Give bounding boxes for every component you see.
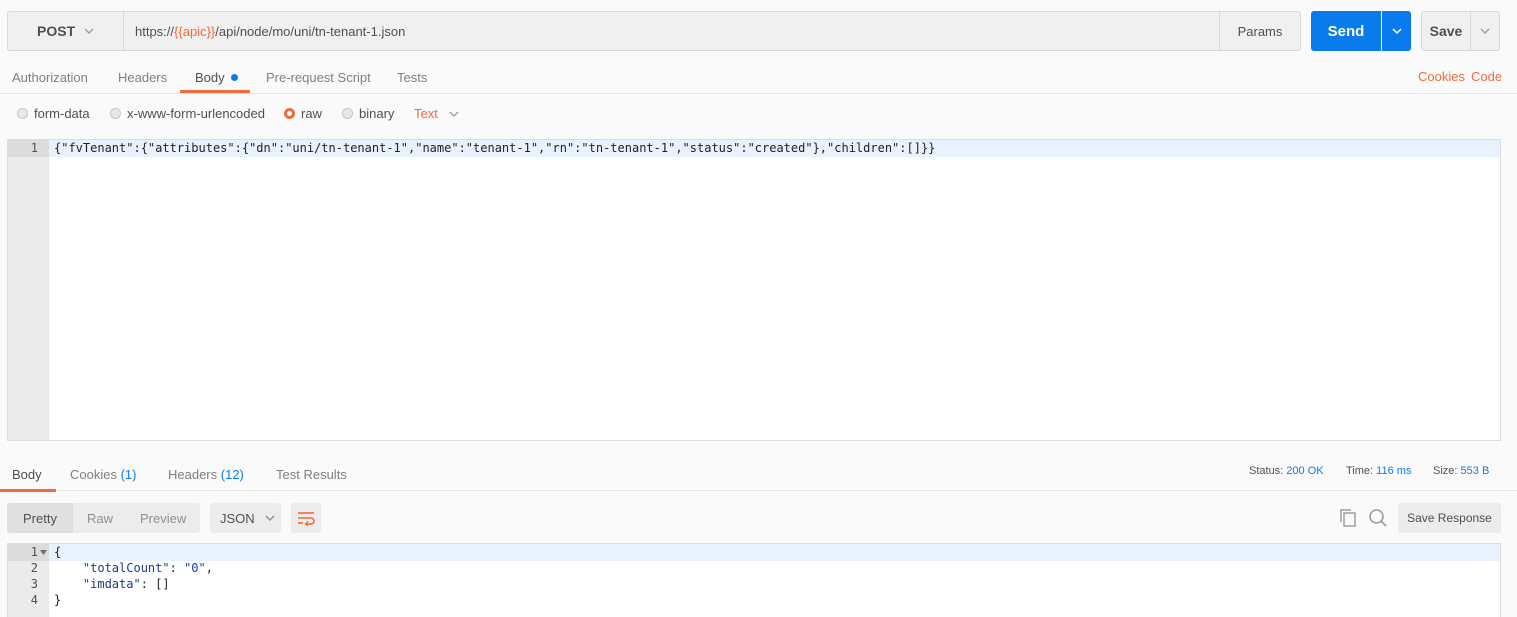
response-tab-headers[interactable]: Headers (12)	[168, 467, 244, 482]
radio-binary-label: binary	[359, 106, 395, 121]
status-value[interactable]: 200 OK	[1286, 465, 1323, 477]
radio-urlencoded-label: x-www-form-urlencoded	[127, 106, 265, 121]
json-tail: ,	[205, 561, 213, 575]
response-tab-cookies-label: Cookies	[70, 467, 117, 482]
tab-authorization[interactable]: Authorization	[12, 62, 88, 93]
url-suffix: /api/node/mo/uni/tn-tenant-1.json	[215, 23, 406, 39]
radio-selected-icon	[284, 108, 295, 119]
response-line: "imdata": []	[54, 577, 170, 591]
request-body-code: {"fvTenant":{"attributes":{"dn":"uni/tn-…	[54, 141, 936, 155]
wrap-lines-button[interactable]	[291, 503, 321, 533]
response-tab-body[interactable]: Body	[12, 467, 42, 482]
response-format-select[interactable]: JSON	[210, 503, 281, 533]
method-select[interactable]: POST	[7, 11, 123, 51]
raw-button[interactable]: Raw	[73, 503, 130, 533]
line-number: 1	[30, 141, 38, 155]
send-button[interactable]: Send	[1311, 11, 1381, 51]
body-type-options: form-data x-www-form-urlencoded raw bina…	[0, 94, 1517, 134]
tab-headers[interactable]: Headers	[118, 62, 167, 93]
active-line-highlight	[49, 544, 1500, 561]
response-tab-cookies[interactable]: Cookies (1)	[70, 467, 136, 482]
cookies-count: (1)	[120, 467, 137, 482]
raw-format-select[interactable]: Text	[414, 106, 460, 121]
save-response-button[interactable]: Save Response	[1398, 503, 1501, 533]
cookies-link[interactable]: Cookies	[1418, 69, 1465, 84]
pretty-button[interactable]: Pretty	[7, 503, 73, 533]
tab-pre-request-script[interactable]: Pre-request Script	[266, 62, 371, 93]
method-label: POST	[37, 23, 76, 39]
json-key: "imdata"	[82, 577, 141, 591]
response-line: {	[54, 545, 62, 559]
size-value[interactable]: 553 B	[1461, 465, 1490, 477]
size-label: Size:	[1433, 465, 1458, 477]
radio-circle-icon	[110, 108, 121, 119]
response-line: "totalCount": "0",	[54, 561, 213, 575]
json-separator: :	[169, 561, 185, 575]
response-line: }	[54, 593, 62, 607]
headers-count: (12)	[220, 467, 244, 482]
radio-binary[interactable]: binary	[342, 106, 394, 121]
response-tab-test-results[interactable]: Test Results	[276, 467, 347, 482]
raw-format-label: Text	[414, 106, 438, 121]
preview-button[interactable]: Preview	[130, 503, 200, 533]
chevron-down-icon	[1391, 28, 1402, 35]
code-link[interactable]: Code	[1471, 69, 1502, 84]
chevron-down-icon	[84, 28, 94, 35]
tab-body-label: Body	[195, 70, 225, 85]
response-body-viewer[interactable]: 1 2 3 4 { "totalCount": "0", "imdata": […	[7, 543, 1501, 617]
fold-arrow-icon[interactable]	[40, 550, 47, 556]
wrap-lines-icon	[298, 512, 315, 526]
view-mode-toggle: Pretty Raw Preview	[7, 503, 200, 533]
url-prefix: https://	[135, 23, 175, 39]
radio-raw[interactable]: raw	[284, 106, 322, 121]
json-key: "totalCount"	[82, 561, 170, 575]
chevron-down-icon	[449, 110, 459, 117]
tab-body[interactable]: Body	[195, 62, 238, 93]
search-icon[interactable]	[1368, 508, 1388, 531]
request-bar: POST https://{{apic}}/api/node/mo/uni/tn…	[0, 0, 1517, 62]
radio-form-data-label: form-data	[34, 106, 90, 121]
response-format-label: JSON	[220, 510, 255, 526]
chevron-down-icon	[265, 515, 275, 522]
radio-form-data[interactable]: form-data	[17, 106, 90, 121]
json-value: "0"	[184, 561, 206, 575]
url-variable: {{apic}}	[174, 23, 216, 39]
line-number: 2	[30, 561, 38, 575]
time-value[interactable]: 116 ms	[1376, 465, 1411, 477]
line-number: 1	[30, 545, 38, 559]
status-label: Status:	[1249, 465, 1284, 477]
line-gutter	[8, 140, 49, 440]
radio-raw-label: raw	[301, 106, 322, 121]
save-dropdown-button[interactable]	[1470, 11, 1500, 51]
chevron-down-icon	[1480, 28, 1490, 35]
copy-icon[interactable]	[1339, 508, 1357, 531]
radio-circle-icon	[17, 108, 28, 119]
json-value: []	[155, 577, 170, 591]
params-button[interactable]: Params	[1219, 11, 1301, 51]
status-meta: Status: 200 OK	[1249, 465, 1324, 477]
line-number: 3	[30, 577, 38, 591]
active-tab-indicator	[180, 90, 250, 93]
response-tab-headers-label: Headers	[168, 467, 218, 482]
radio-urlencoded[interactable]: x-www-form-urlencoded	[110, 106, 265, 121]
request-body-editor[interactable]: 1 {"fvTenant":{"attributes":{"dn":"uni/t…	[7, 139, 1501, 441]
active-response-tab-indicator	[0, 489, 56, 492]
json-separator: :	[140, 577, 156, 591]
time-meta: Time: 116 ms	[1346, 465, 1411, 477]
radio-circle-icon	[342, 108, 353, 119]
tab-tests[interactable]: Tests	[397, 62, 427, 93]
time-label: Time:	[1346, 465, 1374, 477]
save-button[interactable]: Save	[1421, 11, 1471, 51]
url-input[interactable]: https://{{apic}}/api/node/mo/uni/tn-tena…	[123, 11, 1220, 51]
send-dropdown-button[interactable]	[1382, 11, 1411, 51]
size-meta: Size: 553 B	[1433, 465, 1489, 477]
body-modified-dot-icon	[230, 74, 238, 81]
line-number: 4	[30, 593, 38, 607]
